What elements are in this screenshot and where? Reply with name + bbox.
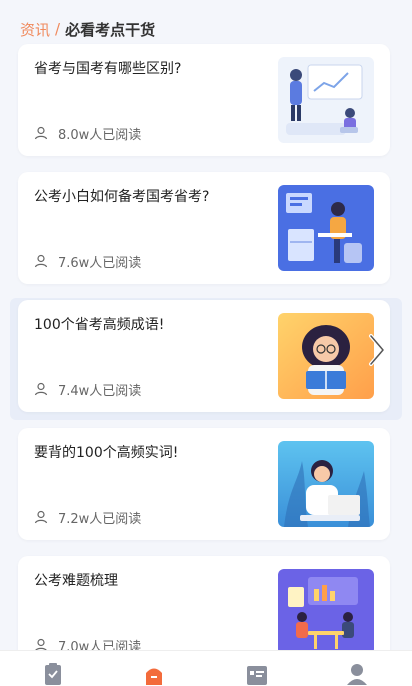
article-card[interactable]: 要背的100个高频实词! 7.2w人已阅读: [18, 428, 390, 540]
article-card[interactable]: 公考小白如何备考国考省考? 7.6w人已阅读: [18, 172, 390, 284]
user-icon: [34, 126, 48, 140]
tab-id-card[interactable]: [245, 663, 269, 686]
student-studying-desk-illustration: [278, 185, 374, 271]
article-title: 100个省考高频成语!: [34, 317, 165, 333]
tab-profile[interactable]: [345, 663, 369, 686]
tab-home[interactable]: [142, 663, 166, 686]
breadcrumb-separator: /: [55, 20, 61, 38]
read-count-text: 7.4w人已阅读: [58, 383, 142, 399]
team-meeting-illustration: [278, 569, 374, 655]
carousel-next-button[interactable]: [360, 328, 394, 372]
read-count: 7.2w人已阅读: [34, 508, 142, 527]
article-title: 要背的100个高频实词!: [34, 445, 179, 461]
user-icon: [34, 510, 48, 524]
chevron-right-icon: [369, 334, 385, 366]
article-title: 公考小白如何备考国考省考?: [34, 189, 210, 205]
article-title: 省考与国考有哪些区别?: [34, 61, 182, 77]
profile-tab-icon: [347, 664, 367, 685]
read-count: 7.6w人已阅读: [34, 252, 142, 271]
id-card-tab-icon: [247, 666, 267, 685]
user-icon: [34, 254, 48, 268]
read-count-text: 7.6w人已阅读: [58, 255, 142, 271]
read-count-text: 7.2w人已阅读: [58, 511, 142, 527]
page-title: 必看考点干货: [65, 20, 156, 39]
home-tab-icon: [146, 668, 162, 685]
tab-checklist[interactable]: [41, 663, 65, 686]
teacher-presentation-illustration: [278, 57, 374, 143]
user-icon: [34, 382, 48, 396]
read-count-text: 8.0w人已阅读: [58, 127, 142, 143]
read-count: 7.4w人已阅读: [34, 380, 142, 399]
breadcrumb: 资讯 / 必看考点干货: [20, 16, 155, 42]
woman-laptop-illustration: [278, 441, 374, 527]
checklist-tab-icon: [45, 663, 61, 685]
bottom-tab-bar: [0, 650, 412, 686]
article-card[interactable]: 省考与国考有哪些区别? 8.0w人已阅读: [18, 44, 390, 156]
article-title: 公考难题梳理: [34, 573, 118, 589]
read-count: 8.0w人已阅读: [34, 124, 142, 143]
article-card[interactable]: 100个省考高频成语! 7.4w人已阅读: [18, 300, 390, 412]
breadcrumb-root[interactable]: 资讯: [20, 19, 50, 40]
